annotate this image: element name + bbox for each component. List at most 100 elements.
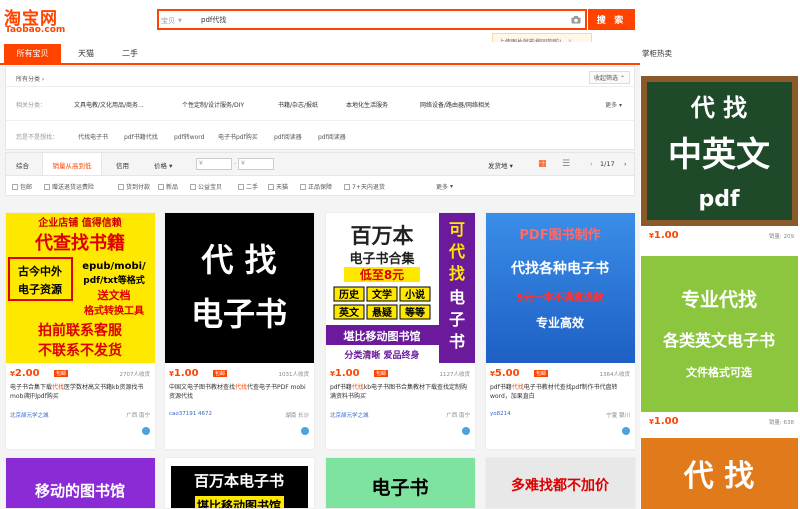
- sidebar-sold: 销量: 209: [768, 234, 794, 240]
- product-image[interactable]: 百万本电子书 堪比移动图书馆: [165, 458, 314, 509]
- tab-tmall[interactable]: 天猫: [62, 44, 110, 63]
- product-card[interactable]: 百万本 电子书合集 低至8元 历史 文学 小说 英文 悬疑 等等 堪比移动图书馆…: [325, 212, 476, 450]
- product-title[interactable]: pdf书籍代找kb电子书图书合集教材下载查找定制购满资料书购买: [330, 383, 472, 401]
- checkbox-icon: [190, 183, 196, 190]
- check-cod[interactable]: 货到付款: [118, 182, 150, 191]
- product-card[interactable]: 百万本电子书 堪比移动图书馆: [164, 457, 315, 509]
- product-image-text: pdf/txt等格式: [83, 274, 145, 286]
- product-image[interactable]: 多难找都不加价: [486, 458, 635, 509]
- collapse-filter-button[interactable]: 收起筛选 ⌃: [589, 71, 630, 84]
- product-title[interactable]: 电子书合集下载代找医学数材高文书籍kb资源找书mobi期刊pdf购买: [10, 383, 152, 401]
- list-view-icon[interactable]: ☰: [562, 159, 570, 169]
- chat-icon[interactable]: [301, 427, 309, 435]
- checkbox-icon: [268, 183, 274, 190]
- product-card[interactable]: 企业店铺 值得信赖 代查找书籍 古今中外 电子资源 epub/mobi/ pdf…: [5, 212, 156, 450]
- chat-icon[interactable]: [622, 427, 630, 435]
- category-item[interactable]: 书籍/杂志/报纸: [278, 100, 318, 109]
- chat-icon[interactable]: [462, 427, 470, 435]
- product-card[interactable]: 移动的图书馆: [5, 457, 156, 509]
- ship-from-select[interactable]: 发货地 ▾: [488, 160, 513, 170]
- tab-bar: 所有宝贝 天猫 二手: [0, 42, 640, 65]
- product-image-text: PDF图书制作: [519, 227, 600, 243]
- guess-item[interactable]: pdf转word: [174, 132, 204, 141]
- product-image[interactable]: PDF图书制作 代找各种电子书 5元一本不满意退款 专业高效: [486, 213, 635, 363]
- price-max-input[interactable]: ¥: [238, 158, 274, 170]
- chat-icon[interactable]: [142, 427, 150, 435]
- sort-default[interactable]: 综合: [16, 160, 29, 170]
- product-image-text: 专业高效: [536, 315, 585, 330]
- check-return-insurance[interactable]: 赠送退货运费险: [44, 182, 94, 191]
- taobao-logo-en[interactable]: Taobao.com: [5, 25, 65, 35]
- check-charity[interactable]: 公益宝贝: [190, 182, 222, 191]
- next-page-icon[interactable]: ›: [624, 160, 627, 168]
- product-image-text: 分类清晰 爱品终身: [344, 349, 419, 361]
- check-second-hand[interactable]: 二手: [238, 182, 258, 191]
- search-input[interactable]: [201, 13, 561, 27]
- sidebar-sold: 销量: 638: [768, 420, 794, 426]
- sidebar-product-image[interactable]: 专业代找 各类英文电子书 文件格式可选: [641, 256, 798, 412]
- sidebar-price: ¥1.00: [649, 230, 679, 241]
- product-price: ¥5.00: [490, 368, 520, 379]
- filter-row-all: 所有分类 › 收起筛选 ⌃: [6, 67, 634, 87]
- shop-name[interactable]: cao37191 4672: [169, 411, 212, 417]
- product-image[interactable]: 企业店铺 值得信赖 代查找书籍 古今中外 电子资源 epub/mobi/ pdf…: [6, 213, 155, 363]
- more-services-button[interactable]: 更多 ▾: [436, 182, 453, 191]
- category-item[interactable]: 文具电教/文化用品/商务...: [74, 100, 144, 109]
- product-image[interactable]: 代 找 电子书: [165, 213, 314, 363]
- product-card[interactable]: 电子书: [325, 457, 476, 509]
- guess-item[interactable]: pdf阅读器: [274, 132, 302, 141]
- category-item[interactable]: 本地化生活服务: [346, 100, 388, 109]
- sidebar-image-text: 代 找: [683, 459, 754, 494]
- sidebar-product-image[interactable]: 代 找 中英文 pdf: [641, 76, 798, 226]
- check-tmall[interactable]: 天猫: [268, 182, 288, 191]
- search-button[interactable]: 搜 索: [588, 9, 635, 30]
- shop-name[interactable]: 北京颉元学之城: [330, 411, 369, 419]
- sort-sales-desc[interactable]: 销量从高到低: [42, 153, 102, 175]
- product-title[interactable]: pdf书籍代找电子书教材代查找pdf制作书代盘转word，加果直白: [490, 383, 632, 401]
- sort-credit[interactable]: 信用: [116, 160, 129, 170]
- sidebar-product[interactable]: 专业代找 各类英文电子书 文件格式可选 ¥1.00 销量: 638: [641, 256, 798, 432]
- tab-second-hand[interactable]: 二手: [110, 44, 150, 63]
- product-image-text: 5元一本不满意退款: [517, 291, 605, 304]
- check-free-shipping[interactable]: 包邮: [12, 182, 32, 191]
- sort-price[interactable]: 价格 ▾: [154, 160, 172, 170]
- sidebar-product[interactable]: 代 找 中英文 pdf ¥1.00 销量: 209: [641, 76, 798, 248]
- all-categories-link[interactable]: 所有分类 ›: [16, 74, 44, 83]
- guess-item[interactable]: 代找电子书: [78, 132, 108, 141]
- search-scope-select[interactable]: 宝贝 ▼: [161, 14, 199, 27]
- sort-bar: 综合 销量从高到低 信用 价格 ▾ ¥ - ¥ 发货地 ▾ ▦ ☰ ‹ 1/17…: [5, 152, 635, 176]
- check-genuine[interactable]: 正品保障: [300, 182, 332, 191]
- product-image-text: 代 找: [200, 241, 276, 279]
- shop-name[interactable]: 北京颉元学之城: [10, 411, 49, 419]
- tab-all-items[interactable]: 所有宝贝: [4, 44, 61, 63]
- free-shipping-badge: 包邮: [213, 370, 228, 377]
- product-image[interactable]: 电子书: [326, 458, 475, 509]
- prev-page-icon[interactable]: ‹: [590, 160, 593, 168]
- sidebar-price: ¥1.00: [649, 416, 679, 427]
- product-title[interactable]: 中国文电子图书教材查找代找代查电子书PDF mobi资源代找: [169, 383, 311, 401]
- shop-name[interactable]: yo8214: [490, 411, 511, 417]
- grid-view-icon[interactable]: ▦: [538, 159, 547, 169]
- check-new[interactable]: 新品: [158, 182, 178, 191]
- product-image-text: 英文: [338, 306, 360, 319]
- category-item[interactable]: 网络设备/路由器/网络相关: [420, 100, 490, 109]
- guess-item[interactable]: pdf阅读器: [318, 132, 346, 141]
- sidebar-product[interactable]: 代 找: [641, 438, 798, 509]
- price-min-input[interactable]: ¥: [196, 158, 232, 170]
- location: 湖南 长沙: [285, 413, 309, 419]
- category-item[interactable]: 个性定制/设计服务/DIY: [182, 100, 244, 109]
- camera-icon[interactable]: [569, 13, 583, 27]
- product-card[interactable]: 代 找 电子书 ¥1.00 包邮 1031人收货 中国文电子图书教材查找代找代查…: [164, 212, 315, 450]
- checkbox-icon: [238, 183, 244, 190]
- sidebar-product-image[interactable]: 代 找: [641, 438, 798, 509]
- product-image[interactable]: 移动的图书馆: [6, 458, 155, 509]
- product-card[interactable]: 多难找都不加价: [485, 457, 636, 509]
- more-categories-button[interactable]: 更多 ▾: [605, 100, 622, 109]
- product-price: ¥2.00: [10, 368, 40, 379]
- check-7day-return[interactable]: 7+天内退货: [344, 182, 385, 191]
- product-image[interactable]: 百万本 电子书合集 低至8元 历史 文学 小说 英文 悬疑 等等 堪比移动图书馆…: [326, 213, 475, 363]
- product-image-text: 送文档: [97, 288, 131, 302]
- product-card[interactable]: PDF图书制作 代找各种电子书 5元一本不满意退款 专业高效 ¥5.00 包邮 …: [485, 212, 636, 450]
- guess-item[interactable]: pdf书籍代找: [124, 132, 158, 141]
- guess-item[interactable]: 电子书pdf购买: [218, 132, 258, 141]
